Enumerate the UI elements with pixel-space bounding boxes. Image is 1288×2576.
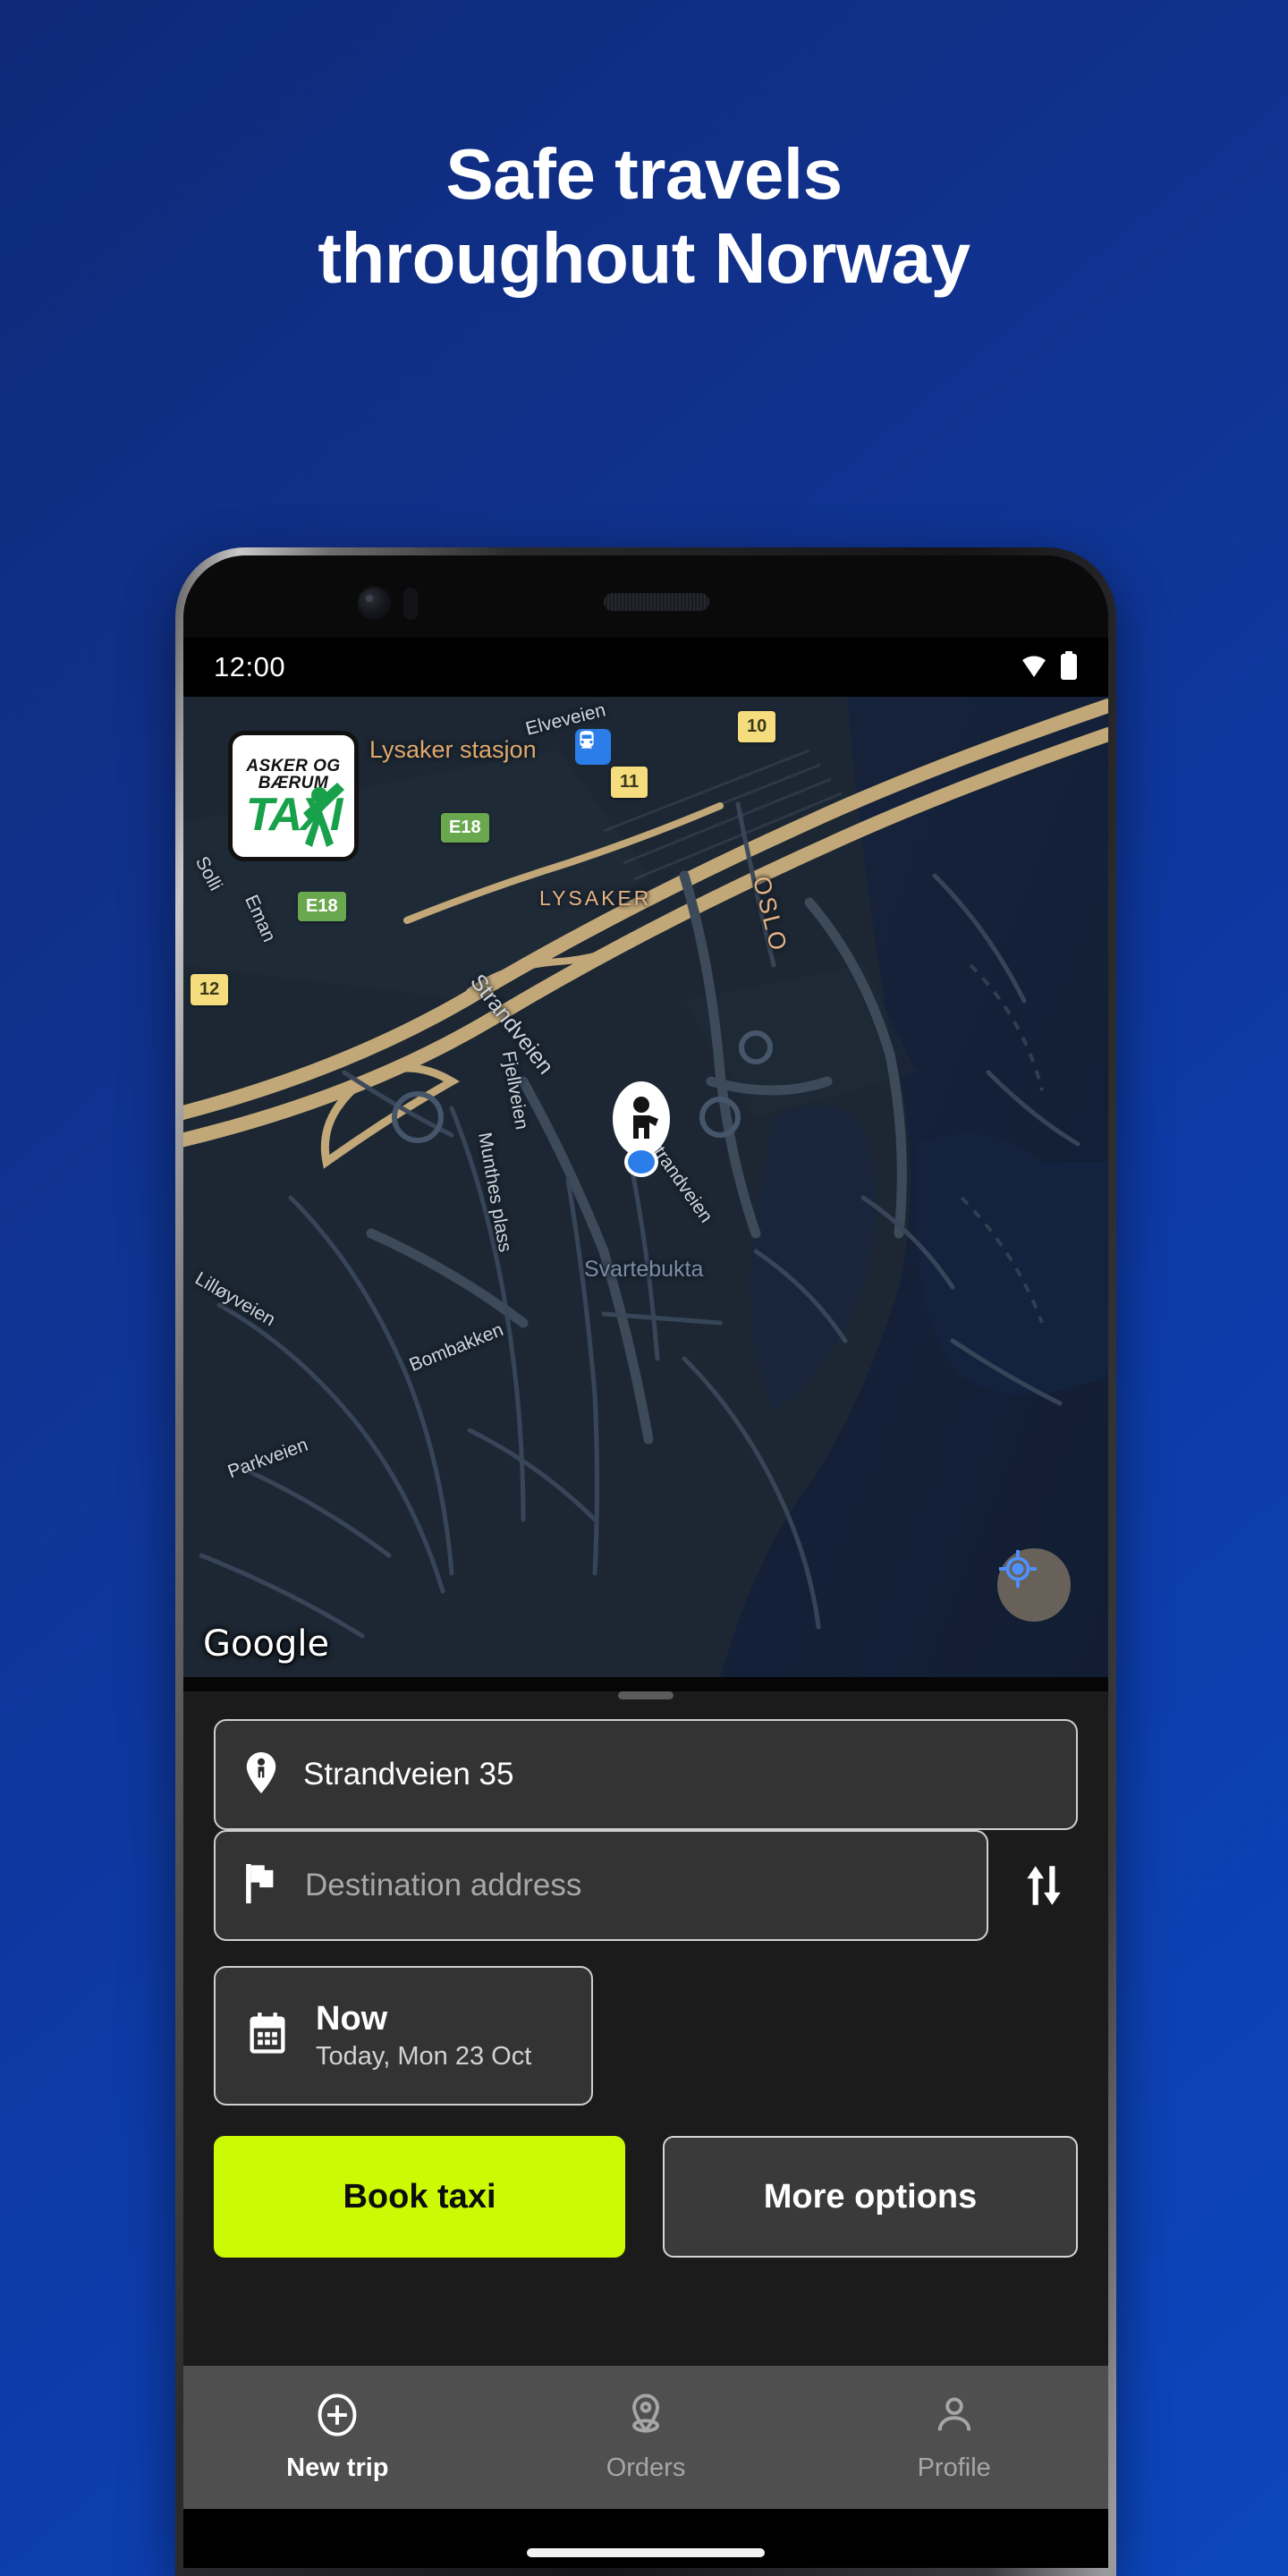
promo-headline: Safe travels throughout Norway (0, 132, 1288, 300)
destination-address-field[interactable]: Destination address (214, 1830, 988, 1941)
status-bar-clock: 12:00 (214, 651, 286, 682)
headline-line-2: throughout Norway (318, 217, 970, 298)
trip-time-button[interactable]: Now Today, Mon 23 Oct (214, 1966, 593, 2106)
more-options-button[interactable]: More options (663, 2136, 1078, 2258)
route-shield-e18-a: E18 (441, 813, 489, 843)
bottom-navigation: New trip Orders Profile (183, 2366, 1108, 2509)
destination-row: Destination address (214, 1830, 1078, 1941)
destination-address-placeholder: Destination address (305, 1868, 582, 1902)
phone-bezel-top (183, 555, 1108, 638)
action-buttons-row: Book taxi More options (214, 2136, 1078, 2258)
route-shield-10: 10 (738, 711, 776, 742)
headline-line-1: Safe travels (445, 134, 843, 214)
route-shield-e18-b: E18 (298, 892, 346, 921)
trip-time-title: Now (316, 2000, 388, 2038)
swap-addresses-button[interactable] (1010, 1846, 1078, 1925)
pickup-address-field[interactable]: Strandveien 35 (214, 1719, 1078, 1830)
earpiece-speaker-icon (604, 593, 709, 611)
plus-circle-icon (314, 2392, 360, 2443)
nav-label-profile: Profile (917, 2453, 991, 2482)
nav-label-new-trip: New trip (286, 2453, 389, 2482)
booking-sheet: Strandveien 35 Destination address Now T… (183, 1691, 1108, 2366)
logo-line-1: ASKER OG (246, 756, 341, 775)
trip-time-subtitle: Today, Mon 23 Oct (316, 2042, 532, 2071)
phone-mockup: 12:00 Elveveien Lysaker stasjon LYSAKER … (175, 547, 1116, 2576)
my-location-button[interactable] (997, 1548, 1071, 1622)
location-pin-icon (623, 2392, 669, 2443)
sheet-drag-handle[interactable] (618, 1691, 674, 1699)
transit-station-icon (575, 729, 611, 765)
route-shield-12: 12 (191, 974, 229, 1005)
map-view[interactable]: Elveveien Lysaker stasjon LYSAKER Solli … (183, 697, 1108, 1677)
home-gesture-bar[interactable] (527, 2548, 765, 2557)
calendar-icon (244, 2011, 291, 2062)
logo-wordmark: TAXI (246, 783, 344, 848)
proximity-sensor-icon (403, 588, 418, 620)
pickup-address-value: Strandveien 35 (303, 1757, 514, 1792)
destination-flag-icon (246, 1863, 278, 1908)
nav-item-profile[interactable]: Profile (800, 2392, 1108, 2483)
nav-item-new-trip[interactable]: New trip (183, 2392, 492, 2483)
nav-item-orders[interactable]: Orders (492, 2392, 801, 2483)
book-taxi-button[interactable]: Book taxi (214, 2136, 625, 2258)
pickup-pin-icon (246, 1751, 276, 1798)
wifi-icon (1021, 654, 1047, 682)
nav-label-orders: Orders (606, 2453, 686, 2482)
google-watermark: Google (203, 1623, 330, 1665)
app-logo-badge: ASKER OG BÆRUM TAXI (228, 731, 359, 861)
route-shield-11: 11 (611, 767, 648, 798)
battery-icon (1060, 650, 1078, 684)
person-icon (931, 2392, 978, 2443)
gesture-bar-area (183, 2509, 1108, 2568)
front-camera-icon (359, 588, 389, 618)
status-bar: 12:00 (183, 638, 1108, 697)
